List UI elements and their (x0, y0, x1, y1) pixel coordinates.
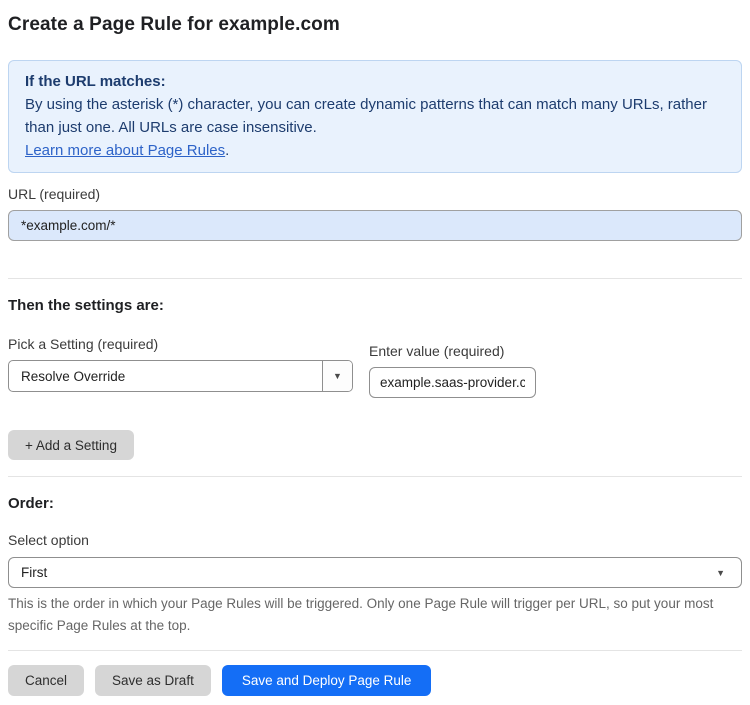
save-and-deploy-button[interactable]: Save and Deploy Page Rule (221, 665, 432, 696)
setting-row: Pick a Setting (required) Resolve Overri… (8, 336, 742, 398)
save-as-draft-button[interactable]: Save as Draft (95, 665, 211, 696)
chevron-down-icon: ▼ (716, 567, 725, 578)
order-help-text: This is the order in which your Page Rul… (8, 596, 714, 633)
order-section-heading: Order: (8, 495, 54, 512)
footer-divider (8, 650, 742, 651)
order-selected-value: First (21, 565, 48, 580)
section-divider (8, 476, 742, 477)
info-box-link-row: Learn more about Page Rules. (25, 139, 725, 162)
info-box-heading: If the URL matches: (25, 73, 166, 90)
url-match-info-box: If the URL matches: By using the asteris… (8, 60, 742, 173)
link-period: . (225, 142, 230, 159)
pick-setting-selected-value: Resolve Override (21, 368, 126, 384)
order-select-label: Select option (8, 532, 89, 548)
pick-setting-select[interactable]: Resolve Override ▼ (8, 360, 353, 392)
chevron-down-icon: ▼ (333, 371, 342, 381)
enter-value-label: Enter value (required) (369, 343, 505, 359)
add-setting-button[interactable]: + Add a Setting (8, 430, 134, 460)
cancel-button[interactable]: Cancel (8, 665, 85, 696)
footer-actions: Cancel Save as Draft Save and Deploy Pag… (8, 665, 742, 696)
learn-more-page-rules-link[interactable]: Learn more about Page Rules (25, 142, 225, 159)
setting-value-input[interactable] (369, 367, 536, 398)
settings-section-heading: Then the settings are: (8, 297, 164, 314)
pick-setting-column: Pick a Setting (required) Resolve Overri… (8, 336, 353, 398)
page-title: Create a Page Rule for example.com (8, 14, 340, 35)
create-page-rule-form: Create a Page Rule for example.com If th… (0, 14, 750, 696)
section-divider (8, 278, 742, 279)
order-select[interactable]: First ▼ (8, 557, 742, 588)
dropdown-arrow-box: ▼ (322, 361, 352, 391)
url-field-label: URL (required) (8, 186, 101, 202)
pick-setting-label: Pick a Setting (required) (8, 336, 159, 352)
url-input[interactable] (8, 210, 742, 241)
enter-value-column: Enter value (required) (369, 343, 536, 398)
info-box-body: By using the asterisk (*) character, you… (25, 96, 707, 136)
